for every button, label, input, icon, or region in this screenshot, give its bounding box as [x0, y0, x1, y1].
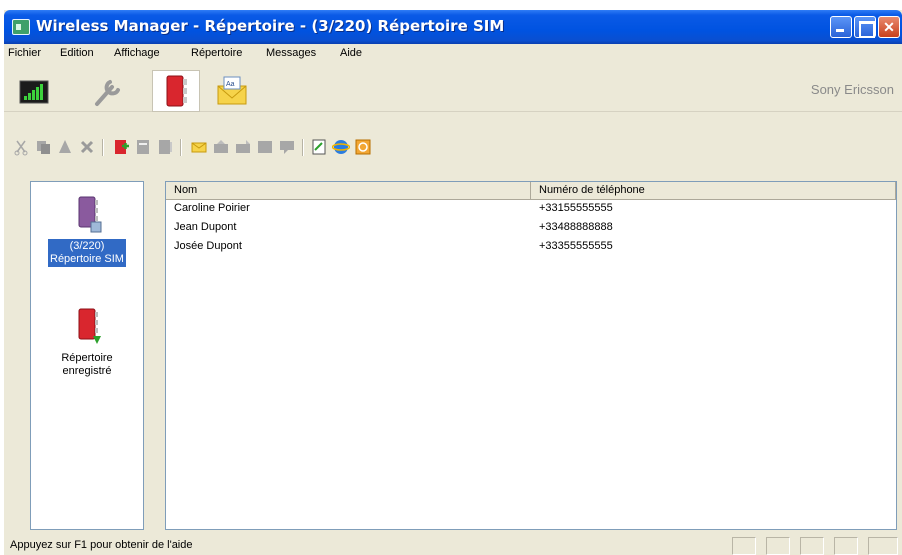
column-header-phone[interactable]: Numéro de téléphone: [531, 182, 896, 200]
copy-icon[interactable]: [34, 138, 52, 156]
contact-phone: +33355555555: [539, 240, 613, 252]
menu-bar: Fichier Edition Affichage Répertoire Mes…: [4, 44, 902, 64]
status-panel: [766, 537, 790, 555]
menu-fichier[interactable]: Fichier: [8, 47, 41, 59]
status-text: Appuyez sur F1 pour obtenir de l'aide: [10, 539, 193, 551]
menu-repertoire[interactable]: Répertoire: [191, 47, 242, 59]
sent-items-icon[interactable]: [256, 138, 274, 156]
cut-icon[interactable]: [12, 138, 30, 156]
action-toolbar: [4, 138, 902, 164]
close-button[interactable]: ✕: [878, 16, 900, 38]
note-icon[interactable]: [310, 138, 328, 156]
contacts-list: Nom Numéro de téléphone Caroline Poirier…: [165, 181, 897, 530]
menu-aide[interactable]: Aide: [340, 47, 362, 59]
sim-phonebook-icon: [78, 196, 102, 233]
contact-icon[interactable]: [156, 138, 174, 156]
main-toolbar: Aa Sony Ericsson: [4, 66, 902, 112]
paste-icon[interactable]: [56, 138, 74, 156]
folder-label: (3/220) Répertoire SIM: [48, 239, 126, 267]
svg-text:Aa: Aa: [226, 81, 235, 88]
contact-name: Caroline Poirier: [174, 202, 250, 214]
table-row[interactable]: Caroline Poirier +33155555555: [166, 200, 896, 219]
window-title: Wireless Manager - Répertoire - (3/220) …: [36, 17, 505, 35]
saved-phonebook-icon: [78, 308, 101, 344]
inbox-icon[interactable]: [212, 138, 230, 156]
wrench-icon[interactable]: [88, 72, 128, 110]
status-panel: [732, 537, 756, 555]
internet-icon[interactable]: [331, 138, 351, 156]
toolbar-separator: [180, 139, 182, 156]
status-panel: [834, 537, 858, 555]
table-row[interactable]: Jean Dupont +33488888888: [166, 219, 896, 238]
status-bar: Appuyez sur F1 pour obtenir de l'aide: [4, 535, 902, 555]
phonebook-icon[interactable]: [152, 70, 200, 112]
column-header-name[interactable]: Nom: [166, 182, 531, 200]
outbox-icon[interactable]: [234, 138, 252, 156]
folder-label: Répertoire enregistré: [61, 352, 113, 377]
folder-sim-phonebook[interactable]: (3/220) Répertoire SIM: [31, 194, 143, 267]
status-panel: [868, 537, 898, 555]
minimize-button[interactable]: [830, 16, 852, 38]
brand-label: Sony Ericsson: [810, 82, 894, 97]
delete-icon[interactable]: [78, 138, 96, 156]
menu-affichage[interactable]: Affichage: [114, 47, 160, 59]
menu-messages[interactable]: Messages: [266, 47, 316, 59]
new-contact-icon[interactable]: [112, 138, 130, 156]
folder-saved-phonebook[interactable]: Répertoire enregistré: [31, 306, 143, 379]
sync-icon[interactable]: [354, 138, 372, 156]
edit-contact-icon[interactable]: [134, 138, 152, 156]
app-icon[interactable]: [12, 19, 30, 35]
toolbar-separator: [302, 139, 304, 156]
app-window: Wireless Manager - Répertoire - (3/220) …: [4, 10, 902, 555]
table-row[interactable]: Josée Dupont +33355555555: [166, 238, 896, 257]
toolbar-separator: [102, 139, 104, 156]
contact-phone: +33155555555: [539, 202, 613, 214]
contact-name: Josée Dupont: [174, 240, 242, 252]
message-envelope-icon[interactable]: Aa: [212, 72, 252, 110]
new-message-icon[interactable]: [190, 138, 208, 156]
title-bar[interactable]: Wireless Manager - Répertoire - (3/220) …: [4, 10, 902, 44]
signal-icon[interactable]: [14, 72, 54, 110]
status-panel: [800, 537, 824, 555]
maximize-button[interactable]: [854, 16, 876, 38]
contact-phone: +33488888888: [539, 221, 613, 233]
contact-name: Jean Dupont: [174, 221, 237, 233]
folder-pane: (3/220) Répertoire SIM Répertoire enregist…: [30, 181, 144, 530]
drafts-icon[interactable]: [278, 138, 296, 156]
menu-edition[interactable]: Edition: [60, 47, 94, 59]
